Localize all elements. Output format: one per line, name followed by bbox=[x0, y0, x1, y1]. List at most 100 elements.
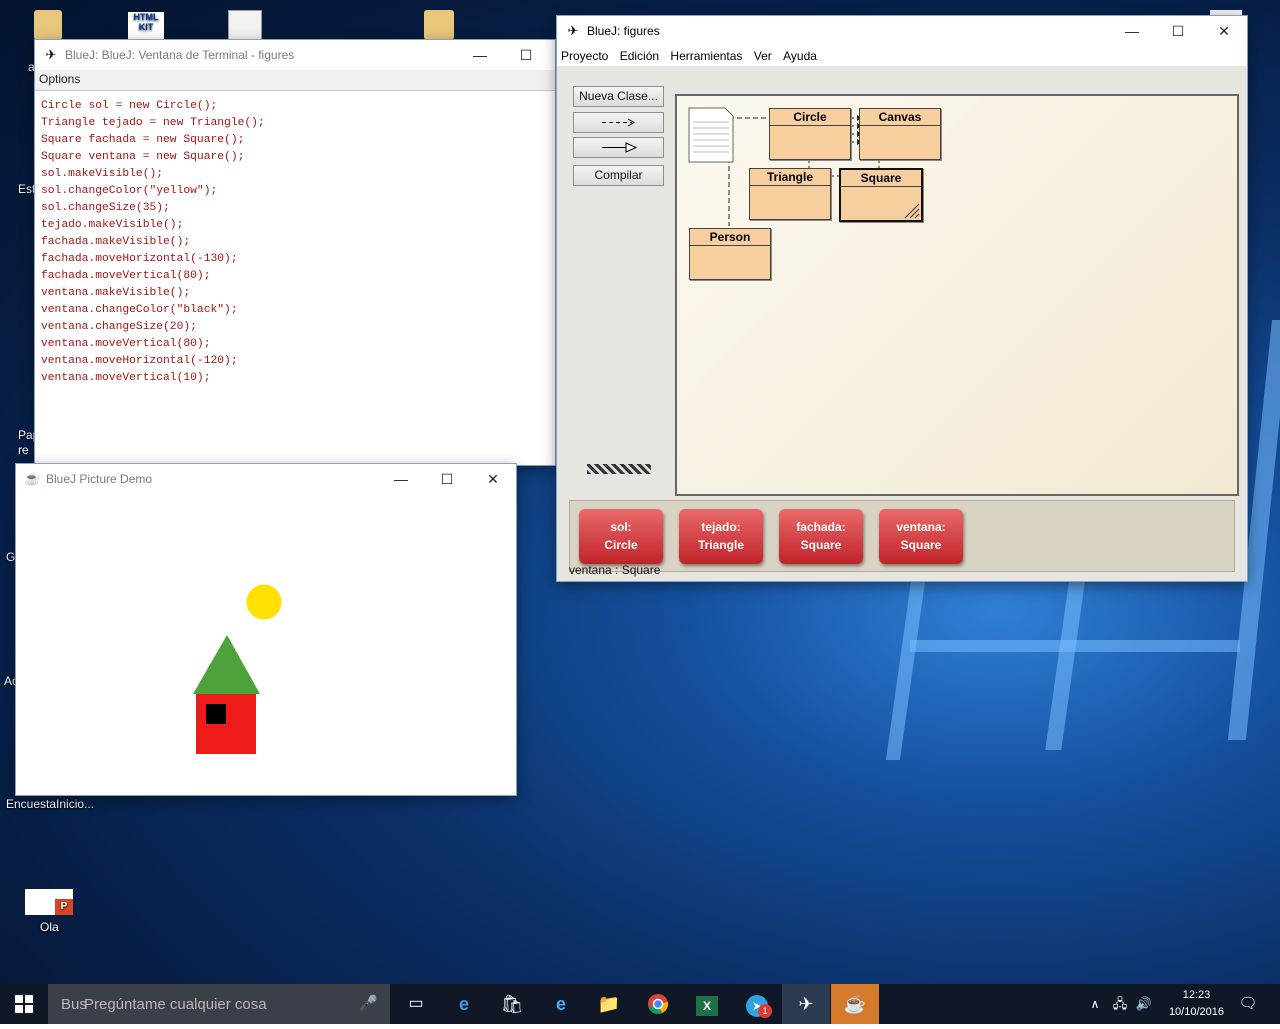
java-taskbar-icon[interactable]: ☕ bbox=[831, 984, 879, 1024]
class-canvas[interactable]: Canvas bbox=[859, 108, 941, 160]
chrome-icon[interactable] bbox=[634, 984, 682, 1024]
dashed-arrow-icon bbox=[602, 118, 635, 127]
maximize-icon[interactable]: ☐ bbox=[503, 40, 549, 70]
class-triangle[interactable]: Triangle bbox=[749, 168, 831, 220]
status-bar: ventana : Square bbox=[569, 563, 661, 577]
desktop-label-6[interactable]: EncuestaInicio... bbox=[6, 797, 94, 811]
wallpaper-beam bbox=[885, 560, 929, 760]
class-person[interactable]: Person bbox=[689, 228, 771, 280]
telegram-icon[interactable]: ➤ 1 bbox=[733, 984, 781, 1024]
edge-icon[interactable]: e bbox=[440, 984, 488, 1024]
start-button[interactable] bbox=[0, 984, 48, 1024]
object-bench: sol: Circle tejado: Triangle fachada: Squar… bbox=[569, 500, 1235, 572]
minimize-icon[interactable]: — bbox=[1109, 16, 1155, 46]
inheritance-arrow-button[interactable] bbox=[573, 137, 664, 158]
close-icon[interactable]: ✕ bbox=[1201, 16, 1247, 46]
object-type: Circle bbox=[604, 538, 638, 552]
java-icon: ☕ bbox=[24, 471, 41, 486]
object-tejado[interactable]: tejado: Triangle bbox=[679, 509, 763, 564]
window-square bbox=[206, 704, 226, 724]
menu-herramientas[interactable]: Herramientas bbox=[666, 46, 746, 63]
new-class-button[interactable]: Nueva Clase... bbox=[573, 86, 664, 107]
clock[interactable]: 12:23 10/10/2016 bbox=[1169, 987, 1224, 1021]
clock-date: 10/10/2016 bbox=[1168, 1006, 1224, 1018]
object-name: sol: bbox=[610, 520, 632, 534]
sun-circle bbox=[246, 584, 282, 620]
ie-icon[interactable]: e bbox=[537, 984, 585, 1024]
document-icon[interactable] bbox=[228, 10, 262, 42]
class-diagram[interactable]: Circle Canvas Triangle Square Person bbox=[675, 94, 1239, 496]
compile-button[interactable]: Compilar bbox=[573, 165, 664, 186]
bluej-menubar: Proyecto Edición Herramientas Ver Ayuda bbox=[557, 46, 1247, 66]
object-type: Square bbox=[900, 538, 942, 552]
folder-user-icon[interactable] bbox=[34, 10, 62, 40]
menu-options[interactable]: Options bbox=[35, 70, 84, 88]
demo-titlebar[interactable]: ☕ BlueJ Picture Demo — ☐ ✕ bbox=[16, 464, 516, 494]
task-view-icon[interactable]: ▭ bbox=[392, 984, 440, 1024]
bluej-titlebar[interactable]: ✈ BlueJ: figures — ☐ ✕ bbox=[557, 16, 1247, 46]
object-fachada[interactable]: fachada: Square bbox=[779, 509, 863, 564]
microphone-icon[interactable]: 🎤 bbox=[359, 994, 378, 1012]
minimize-icon[interactable]: — bbox=[457, 40, 503, 70]
excel-icon[interactable]: X bbox=[683, 984, 731, 1024]
windows-logo-icon bbox=[15, 995, 33, 1013]
object-name: tejado: bbox=[701, 520, 741, 534]
menu-edicion[interactable]: Edición bbox=[616, 46, 663, 63]
clock-time: 12:23 bbox=[1182, 989, 1211, 1001]
wallpaper-beam bbox=[910, 640, 1240, 652]
excel-logo: X bbox=[696, 996, 718, 1016]
terminal-window: ✈ BlueJ: BlueJ: Ventana de Terminal - fi… bbox=[35, 40, 555, 465]
object-sol[interactable]: sol: Circle bbox=[579, 509, 663, 564]
class-name: Triangle bbox=[750, 169, 830, 186]
terminal-titlebar[interactable]: ✈ BlueJ: BlueJ: Ventana de Terminal - fi… bbox=[35, 40, 555, 70]
class-name: Circle bbox=[770, 109, 850, 126]
chrome-logo bbox=[648, 994, 669, 1014]
chevron-up-icon[interactable]: ∧ bbox=[1083, 984, 1107, 1024]
dependency-arrow-button[interactable] bbox=[573, 112, 664, 133]
menu-ver[interactable]: Ver bbox=[750, 46, 776, 63]
desktop-label-4[interactable]: G bbox=[6, 550, 15, 564]
minimize-icon[interactable]: — bbox=[378, 464, 424, 494]
close-icon[interactable]: ✕ bbox=[470, 464, 516, 494]
terminal-menubar: Options bbox=[35, 70, 555, 91]
bluej-taskbar-icon[interactable]: ✈ bbox=[782, 984, 830, 1024]
bluej-bird-icon: ✈ bbox=[567, 23, 579, 38]
folder-icon[interactable] bbox=[424, 10, 454, 40]
class-circle[interactable]: Circle bbox=[769, 108, 851, 160]
search-placeholder: Pregúntame cualquier cosa bbox=[84, 996, 267, 1013]
vm-progress-indicator bbox=[587, 464, 651, 474]
desktop-label-1[interactable]: a bbox=[28, 60, 35, 74]
network-icon[interactable]: 🖧 bbox=[1108, 984, 1132, 1024]
bluej-title: BlueJ: figures bbox=[587, 24, 660, 38]
resize-handle-icon[interactable] bbox=[901, 200, 921, 220]
explorer-icon[interactable]: 📁 bbox=[585, 984, 633, 1024]
maximize-icon[interactable]: ☐ bbox=[424, 464, 470, 494]
diagram-arrows bbox=[688, 107, 880, 226]
bluej-main-window: ✈ BlueJ: figures — ☐ ✕ Proyecto Edición … bbox=[557, 16, 1247, 581]
picture-canvas bbox=[16, 494, 516, 795]
object-ventana[interactable]: ventana: Square bbox=[879, 509, 963, 564]
powerpoint-file-icon[interactable]: P bbox=[25, 889, 73, 915]
terminal-title: BlueJ: BlueJ: Ventana de Terminal - figu… bbox=[65, 48, 295, 62]
action-center-icon[interactable]: 🗨 bbox=[1230, 984, 1266, 1024]
object-type: Triangle bbox=[697, 538, 744, 552]
object-type: Square bbox=[800, 538, 842, 552]
notification-badge: 1 bbox=[758, 1004, 772, 1018]
readme-note-icon[interactable] bbox=[688, 107, 734, 163]
store-icon[interactable]: 🛍 bbox=[488, 984, 536, 1024]
class-name: Canvas bbox=[860, 109, 940, 126]
search-box[interactable]: Bus Pregúntame cualquier cosa 🎤 bbox=[48, 984, 390, 1024]
volume-icon[interactable]: 🔊 bbox=[1132, 984, 1156, 1024]
object-name: fachada: bbox=[796, 520, 846, 534]
class-name: Person bbox=[690, 229, 770, 246]
maximize-icon[interactable]: ☐ bbox=[1155, 16, 1201, 46]
html-kit-icon[interactable]: HTML KIT bbox=[128, 12, 164, 40]
menu-proyecto[interactable]: Proyecto bbox=[557, 46, 612, 63]
demo-title: BlueJ Picture Demo bbox=[46, 472, 153, 486]
desktop-label-7[interactable]: Ola bbox=[40, 920, 59, 934]
class-square[interactable]: Square bbox=[839, 168, 923, 222]
desktop-label-2[interactable]: Est bbox=[18, 182, 35, 196]
terminal-output[interactable]: Circle sol = new Circle(); Triangle teja… bbox=[41, 98, 265, 387]
menu-ayuda[interactable]: Ayuda bbox=[779, 46, 821, 63]
bluej-body: Nueva Clase... Compilar Circle Canvas Tr… bbox=[557, 66, 1247, 581]
